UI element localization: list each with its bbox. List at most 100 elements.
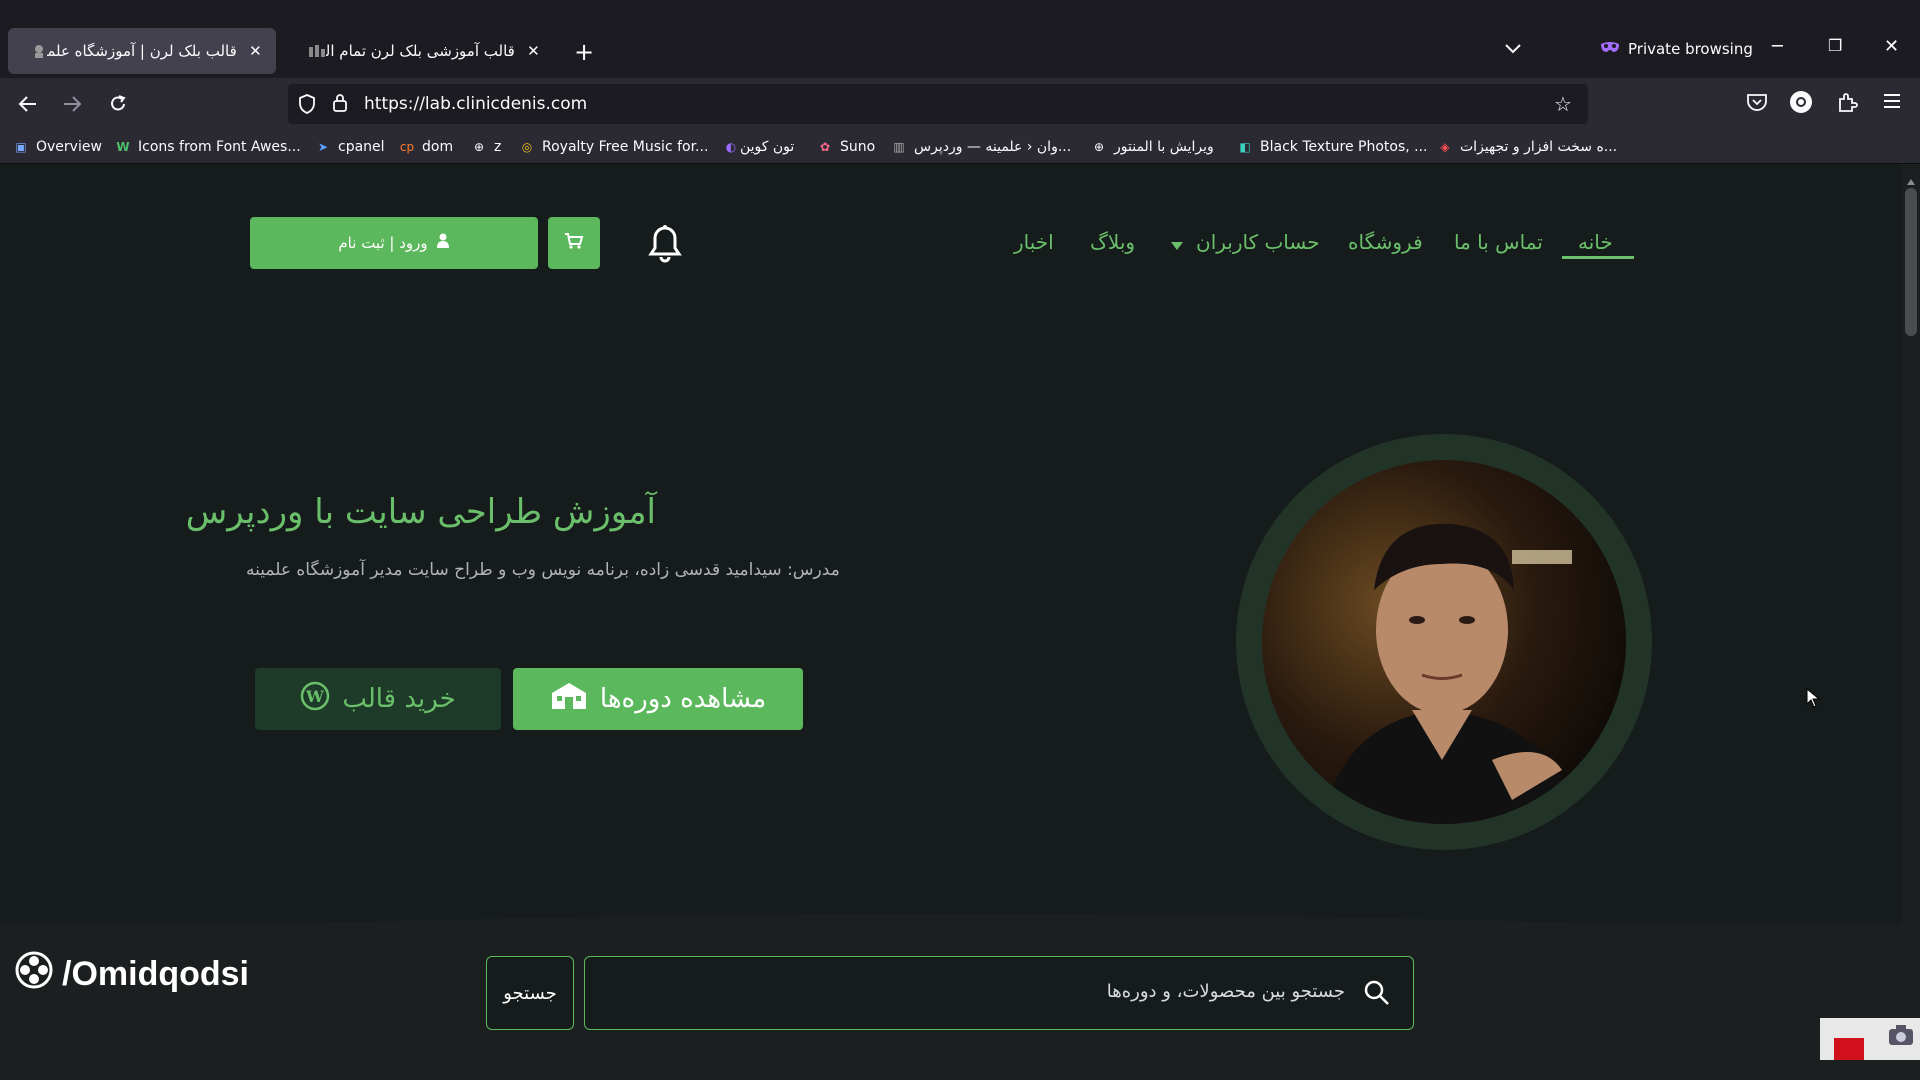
reload-icon[interactable] bbox=[102, 88, 134, 120]
bookmark-item[interactable]: ✿ Suno bbox=[816, 136, 875, 158]
bookmark-label: Royalty Free Music for... bbox=[542, 139, 709, 155]
bookmark-label: تون کوین bbox=[740, 139, 795, 155]
menu-item-home[interactable]: خانه bbox=[1578, 230, 1613, 254]
bell-icon[interactable] bbox=[648, 224, 682, 264]
hamburger-menu-icon[interactable] bbox=[1882, 92, 1902, 114]
navigation-bar: https://lab.clinicdenis.com ☆ bbox=[0, 78, 1920, 130]
new-tab-icon[interactable]: + bbox=[574, 38, 594, 66]
bookmark-star-icon[interactable]: ☆ bbox=[1554, 92, 1572, 116]
lock-icon[interactable] bbox=[332, 93, 348, 117]
hero-subtitle: مدرس: سیدامید قدسی زاده، برنامه نویس وب … bbox=[246, 560, 840, 580]
tab-bar: قالب بلک لرن | آموزشگاه علمینه ✕ قالب آم… bbox=[0, 0, 1920, 78]
svg-text:W: W bbox=[305, 687, 325, 706]
suno-icon: ✿ bbox=[819, 140, 831, 154]
site-favicon-icon bbox=[308, 41, 326, 61]
bookmark-label: Overview bbox=[36, 139, 102, 155]
menu-item-shop[interactable]: فروشگاه bbox=[1348, 230, 1423, 254]
bookmark-label: ...وان ‹ علمینه — وردپرس bbox=[914, 139, 1072, 155]
back-icon[interactable] bbox=[12, 88, 44, 120]
bookmark-label: Suno bbox=[840, 139, 876, 155]
bookmark-item[interactable]: ◈ ...ه سخت افزار و تجهیزات bbox=[1436, 136, 1617, 158]
search-placeholder: جستجو بین محصولات، و دوره‌ها bbox=[1106, 981, 1345, 1002]
bookmark-label: Black Texture Photos, ... bbox=[1260, 139, 1428, 155]
close-window-icon[interactable]: ✕ bbox=[1884, 36, 1899, 57]
instagram-logo-icon bbox=[14, 950, 54, 999]
scrollbar[interactable] bbox=[1902, 164, 1920, 1080]
photos-icon: ◧ bbox=[1239, 140, 1251, 154]
bookmark-label: z bbox=[494, 139, 502, 155]
cart-icon bbox=[564, 232, 584, 254]
camera-icon bbox=[1888, 1024, 1914, 1050]
restore-icon[interactable]: ❐ bbox=[1828, 36, 1842, 55]
dom-icon: cp bbox=[399, 140, 415, 154]
scroll-thumb[interactable] bbox=[1905, 188, 1917, 336]
bookmark-label: Icons from Font Awes... bbox=[138, 139, 301, 155]
search-button[interactable]: جستجو bbox=[486, 956, 574, 1030]
account-icon[interactable] bbox=[1790, 91, 1812, 113]
cpanel-icon: ➤ bbox=[317, 140, 329, 154]
site-favicon-icon bbox=[30, 41, 47, 61]
bookmark-item[interactable]: ⊕ ویرایش با المنتور bbox=[1090, 136, 1214, 158]
menu-item-blog[interactable]: وبلاگ bbox=[1090, 230, 1135, 254]
close-icon[interactable]: ✕ bbox=[247, 42, 264, 60]
dropdown-caret-icon[interactable] bbox=[1170, 236, 1184, 255]
forward-icon[interactable] bbox=[56, 88, 88, 120]
scroll-up-icon[interactable] bbox=[1907, 170, 1915, 189]
buy-label: خرید قالب bbox=[342, 684, 456, 714]
bookmark-item[interactable]: ▥ ...وان ‹ علمینه — وردپرس bbox=[890, 136, 1071, 158]
toncoin-icon: ◐ bbox=[725, 140, 737, 154]
recording-indicator bbox=[1834, 1038, 1864, 1060]
list-tabs-chevron-icon[interactable] bbox=[1504, 40, 1522, 59]
tab-active[interactable]: قالب بلک لرن | آموزشگاه علمینه ✕ bbox=[8, 28, 276, 74]
menu-item-user-accounts[interactable]: حساب کاربران bbox=[1196, 230, 1320, 254]
buy-theme-button[interactable]: خرید قالب W bbox=[255, 668, 501, 730]
tab-inactive[interactable]: قالب آموزشی بلک لرن تمام المنت ✕ bbox=[286, 28, 554, 74]
search-input[interactable]: جستجو بین محصولات، و دوره‌ها bbox=[584, 956, 1414, 1030]
cart-button[interactable] bbox=[548, 217, 600, 269]
login-label: ورود | ثبت نام bbox=[338, 234, 428, 252]
shield-icon[interactable] bbox=[298, 94, 316, 118]
bookmarks-toolbar: ▣ Overview W Icons from Font Awes... ➤ cpan… bbox=[0, 130, 1920, 164]
bookmark-item[interactable]: cp dom bbox=[398, 136, 453, 158]
hardware-icon: ◈ bbox=[1440, 140, 1450, 154]
url-text[interactable]: https://lab.clinicdenis.com bbox=[364, 94, 587, 114]
bookmark-label: ویرایش با المنتور bbox=[1114, 139, 1214, 155]
bookmark-label: cpanel bbox=[338, 139, 385, 155]
bookmark-item[interactable]: ⊕ z bbox=[470, 136, 501, 158]
active-menu-indicator bbox=[1562, 256, 1634, 259]
courses-label: مشاهده دوره‌ها bbox=[599, 684, 767, 714]
search-icon bbox=[1363, 979, 1391, 1011]
tab-title: قالب بلک لرن | آموزشگاه علمینه bbox=[47, 42, 237, 60]
view-courses-button[interactable]: مشاهده دوره‌ها bbox=[513, 668, 803, 730]
music-icon: ◎ bbox=[521, 140, 533, 154]
bookmark-item[interactable]: ➤ cpanel bbox=[314, 136, 385, 158]
hero-title: آموزش طراحی سایت با وردپرس bbox=[185, 492, 656, 532]
mouse-cursor-icon bbox=[1806, 687, 1821, 712]
private-browsing-label: Private browsing bbox=[1628, 40, 1753, 58]
private-browsing-indicator: Private browsing bbox=[1600, 40, 1753, 58]
browser-chrome: قالب بلک لرن | آموزشگاه علمینه ✕ قالب آم… bbox=[0, 0, 1920, 164]
close-icon[interactable]: ✕ bbox=[525, 42, 542, 60]
bookmark-item[interactable]: ▣ Overview bbox=[12, 136, 102, 158]
wordpress-icon: W bbox=[300, 681, 330, 718]
school-icon bbox=[550, 681, 588, 718]
bookmark-item[interactable]: ◧ Black Texture Photos, ... bbox=[1236, 136, 1428, 158]
globe-icon: ⊕ bbox=[1093, 140, 1105, 154]
minimize-icon[interactable]: ─ bbox=[1772, 36, 1783, 57]
bookmark-label: dom bbox=[422, 139, 454, 155]
pocket-icon[interactable] bbox=[1746, 92, 1768, 116]
watermark: /Omidqodsi bbox=[14, 950, 249, 999]
bookmark-item[interactable]: تون کوین ◐ bbox=[716, 136, 795, 158]
wordpress-site-icon: ▥ bbox=[893, 140, 905, 154]
menu-item-contact[interactable]: تماس با ما bbox=[1454, 230, 1543, 254]
extensions-icon[interactable] bbox=[1836, 91, 1858, 117]
url-bar[interactable]: https://lab.clinicdenis.com ☆ bbox=[288, 84, 1588, 124]
bookmark-item[interactable]: ◎ Royalty Free Music for... bbox=[518, 136, 709, 158]
bookmark-label: ...ه سخت افزار و تجهیزات bbox=[1460, 139, 1618, 155]
login-register-button[interactable]: ورود | ثبت نام bbox=[250, 217, 538, 269]
bookmark-item[interactable]: W Icons from Font Awes... bbox=[114, 136, 301, 158]
menu-item-news[interactable]: اخبار bbox=[1014, 230, 1054, 254]
web-page: خانه تماس با ما فروشگاه حساب کاربران وبل… bbox=[0, 164, 1902, 1080]
user-icon bbox=[436, 233, 450, 253]
overview-icon: ▣ bbox=[15, 140, 27, 154]
